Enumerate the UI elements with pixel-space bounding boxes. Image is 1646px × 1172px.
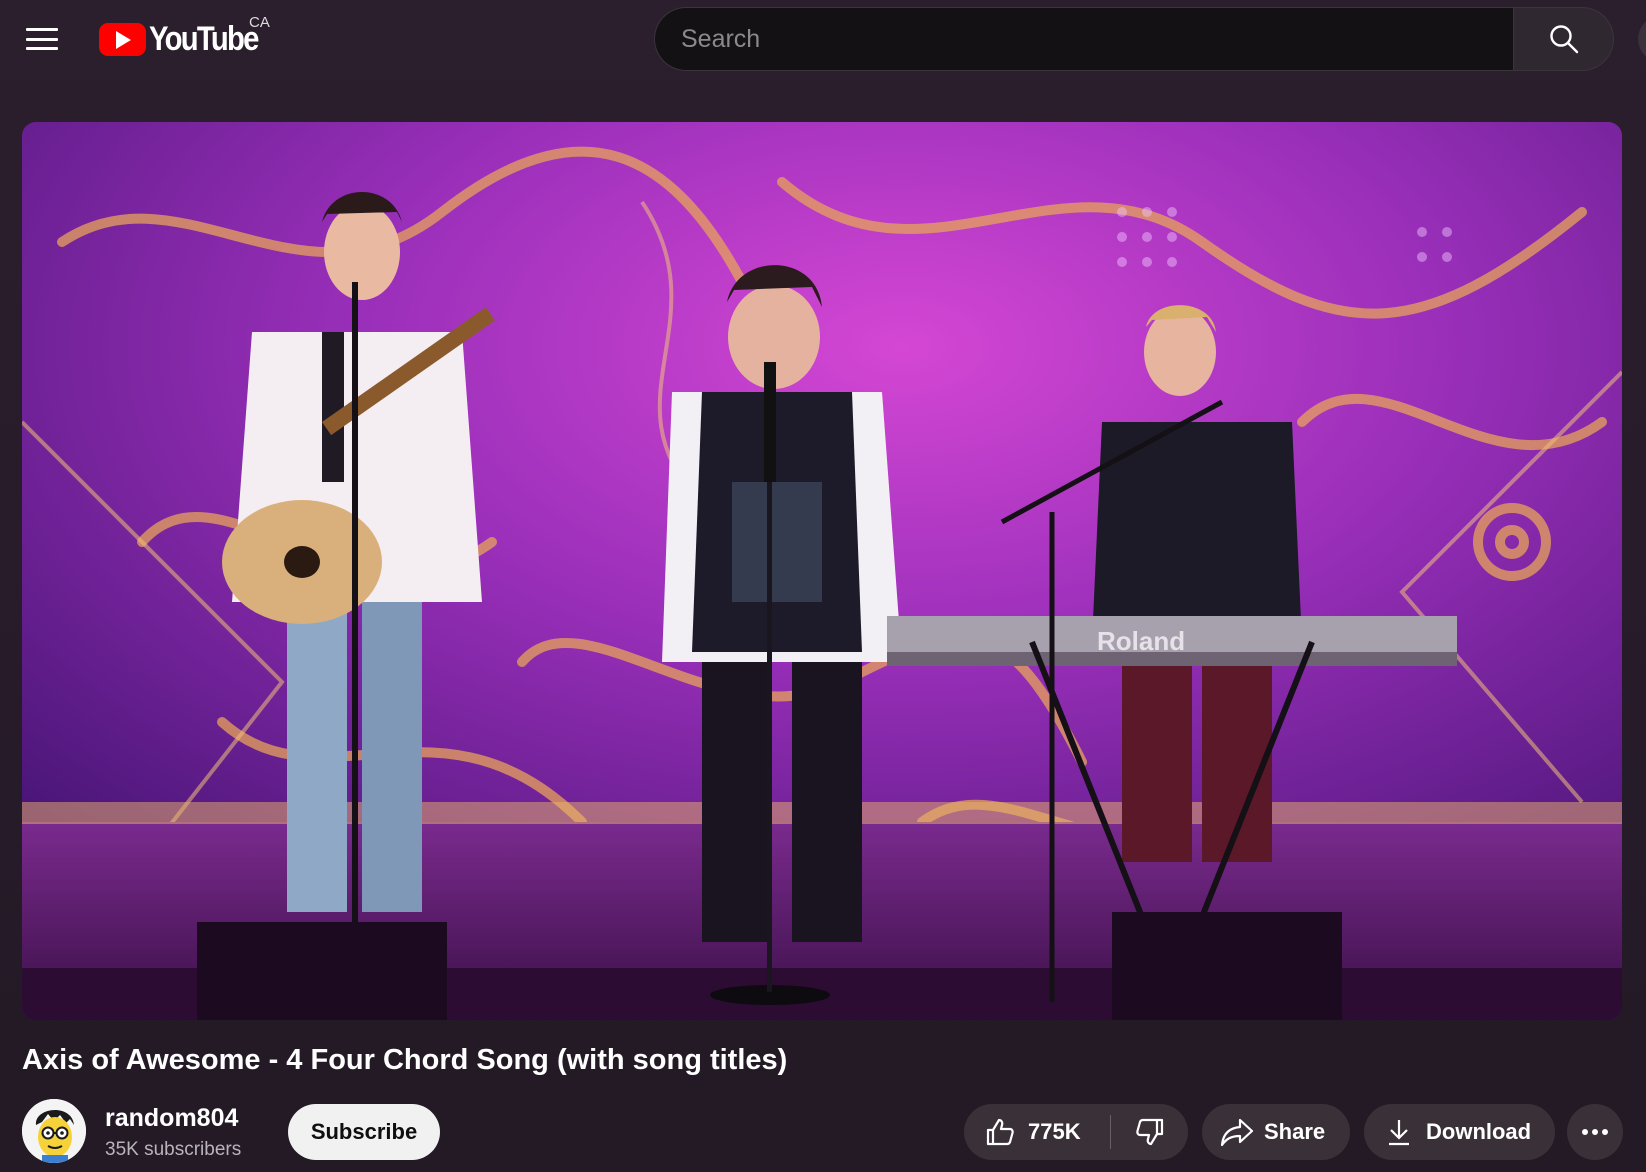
download-icon — [1389, 1120, 1409, 1146]
subscribe-button[interactable]: Subscribe — [288, 1104, 440, 1160]
masthead: YouTube CA — [0, 0, 1646, 80]
dislike-button[interactable] — [1111, 1104, 1188, 1160]
search-button[interactable] — [1513, 7, 1614, 71]
share-label: Share — [1264, 1119, 1326, 1144]
avatar-cartoon-face-icon — [22, 1099, 86, 1163]
search-input[interactable] — [654, 7, 1513, 71]
search-icon — [1549, 25, 1578, 54]
menu-icon[interactable] — [22, 22, 62, 56]
like-dislike-group: 775K — [964, 1104, 1188, 1160]
channel-avatar[interactable] — [22, 1099, 86, 1163]
voice-search-button[interactable] — [1638, 16, 1646, 62]
logo-wordmark: YouTube — [149, 20, 259, 58]
play-logo-icon — [99, 23, 146, 56]
channel-name[interactable]: random804 — [105, 1104, 238, 1133]
thumbs-up-icon — [986, 1118, 1014, 1146]
region-code: CA — [249, 14, 270, 31]
download-button[interactable]: Download — [1364, 1104, 1555, 1160]
video-title: Axis of Awesome - 4 Four Chord Song (wit… — [22, 1044, 788, 1076]
thumbs-down-icon — [1135, 1118, 1163, 1146]
share-button[interactable]: Share — [1202, 1104, 1350, 1160]
subscriber-count: 35K subscribers — [105, 1139, 242, 1160]
like-button[interactable]: 775K — [964, 1104, 1110, 1160]
more-horizontal-icon — [1582, 1129, 1608, 1135]
owner-actions-row: random804 35K subscribers Subscribe 775K… — [22, 1098, 1626, 1164]
download-label: Download — [1426, 1119, 1532, 1144]
search-bar — [654, 7, 1614, 71]
more-actions-button[interactable] — [1567, 1104, 1623, 1160]
keyboard-brand-text: Roland — [1097, 626, 1185, 656]
like-count: 775K — [1028, 1119, 1081, 1144]
video-frame: Roland — [22, 122, 1622, 1020]
share-icon — [1220, 1118, 1254, 1147]
video-player[interactable]: Roland — [22, 122, 1622, 1020]
